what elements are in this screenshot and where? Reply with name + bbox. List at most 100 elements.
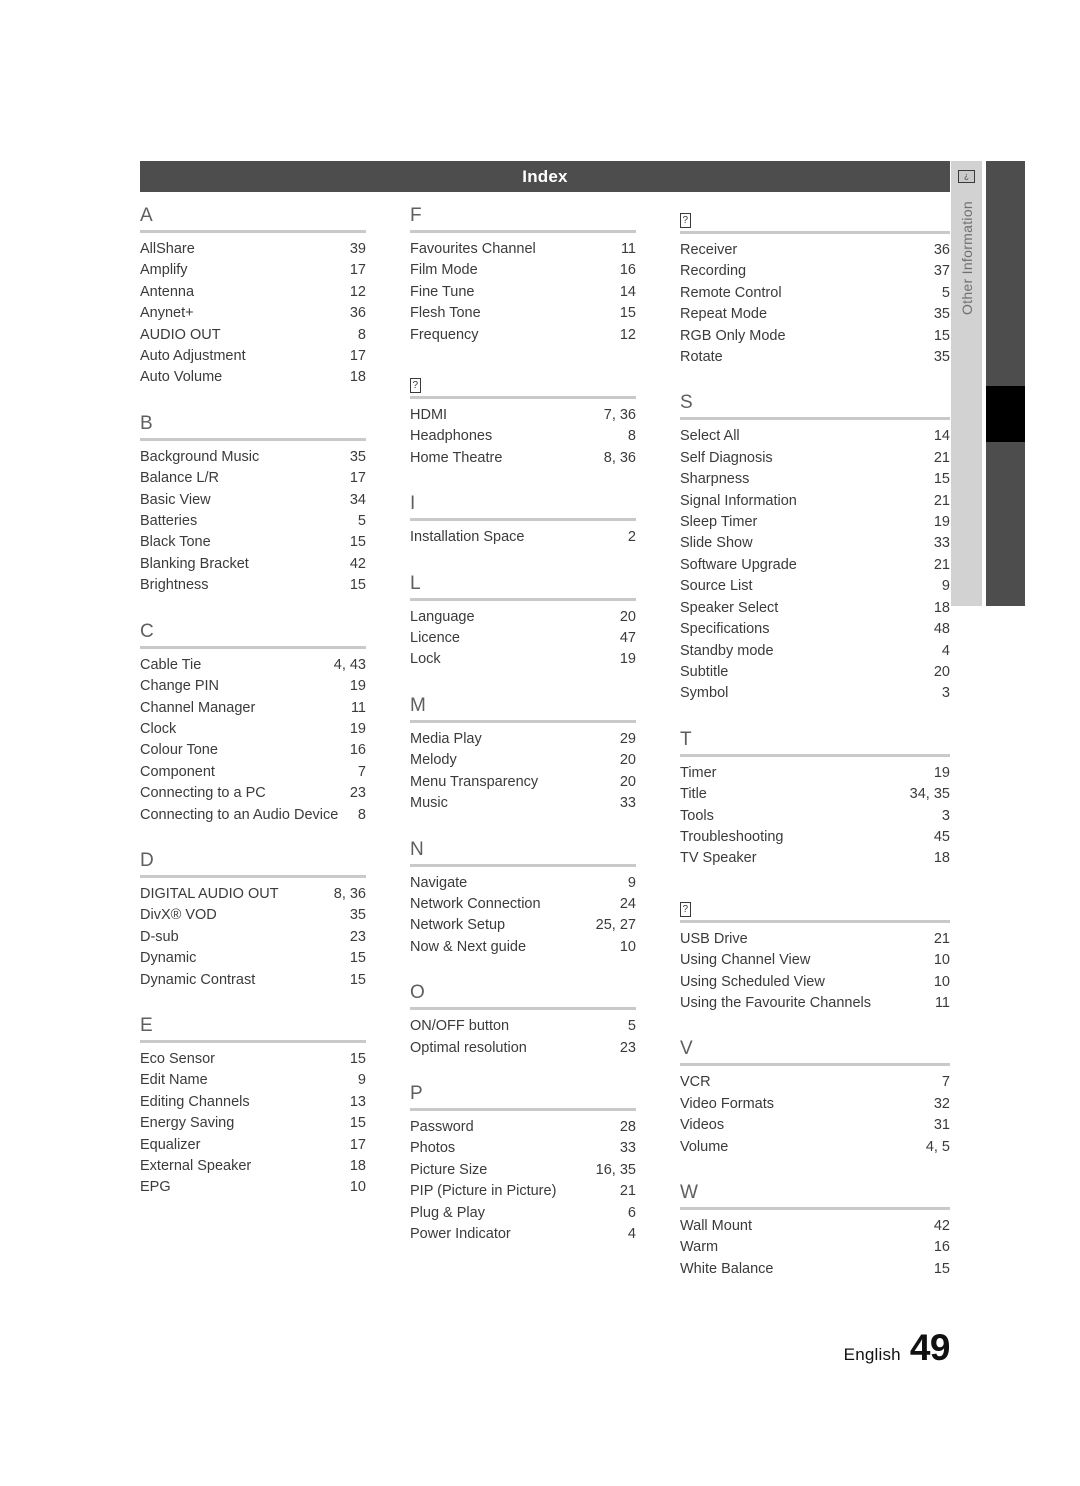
index-entry[interactable]: Using Channel View 10 [680,950,950,971]
index-entry[interactable]: Change PIN 19 [140,676,366,697]
index-entry[interactable]: Photos 33 [410,1138,636,1159]
index-entry[interactable]: Specifications 48 [680,619,950,640]
index-entry[interactable]: Blanking Bracket 42 [140,554,366,575]
index-entry[interactable]: Equalizer 17 [140,1135,366,1156]
index-entry[interactable]: D-sub 23 [140,927,366,948]
index-entry[interactable]: Language 20 [410,607,636,628]
index-entry[interactable]: Batteries 5 [140,511,366,532]
index-entry-name: Title [680,786,707,803]
index-entry[interactable]: DIGITAL AUDIO OUT 8, 36 [140,884,366,905]
index-entry[interactable]: Tools 3 [680,806,950,827]
index-entry[interactable]: Subtitle 20 [680,662,950,683]
index-entry[interactable]: Editing Channels 13 [140,1092,366,1113]
index-entry[interactable]: Menu Transparency 20 [410,772,636,793]
index-entry[interactable]: Auto Adjustment 17 [140,346,366,367]
index-entry[interactable]: Connecting to a PC 23 [140,783,366,804]
index-entry[interactable]: Connecting to an Audio Device 8 [140,805,366,826]
index-entry[interactable]: Receiver 36 [680,240,950,261]
index-entry[interactable]: USB Drive 21 [680,929,950,950]
side-tab-other-information[interactable]: ? Other Information [951,161,982,606]
index-entry[interactable]: HDMI 7, 36 [410,405,636,426]
index-entry[interactable]: Home Theatre 8, 36 [410,448,636,469]
index-entry[interactable]: Slide Show 33 [680,533,950,554]
index-entry[interactable]: Select All 14 [680,426,950,447]
index-entry[interactable]: Source List 9 [680,576,950,597]
index-entry[interactable]: Channel Manager 11 [140,698,366,719]
index-entry[interactable]: Amplify 17 [140,260,366,281]
index-entry[interactable]: EPG 10 [140,1177,366,1198]
index-entry[interactable]: ON/OFF button 5 [410,1016,636,1037]
index-entry[interactable]: Optimal resolution 23 [410,1038,636,1059]
index-entry[interactable]: Frequency 12 [410,325,636,346]
index-entry[interactable]: Basic View 34 [140,490,366,511]
index-entry[interactable]: Media Play 29 [410,729,636,750]
index-entry[interactable]: Dynamic 15 [140,948,366,969]
index-entry[interactable]: Using Scheduled View 10 [680,972,950,993]
index-entry[interactable]: Film Mode 16 [410,260,636,281]
index-entry[interactable]: Repeat Mode 35 [680,304,950,325]
index-entry[interactable]: Anynet+ 36 [140,303,366,324]
index-entry[interactable]: Favourites Channel 11 [410,239,636,260]
index-entry[interactable]: Power Indicator 4 [410,1224,636,1245]
index-entry[interactable]: AllShare 39 [140,239,366,260]
index-entry[interactable]: Wall Mount 42 [680,1216,950,1237]
index-entry[interactable]: Melody 20 [410,750,636,771]
index-entry[interactable]: RGB Only Mode 15 [680,326,950,347]
index-entry[interactable]: Energy Saving 15 [140,1113,366,1134]
index-entry[interactable]: Speaker Select 18 [680,598,950,619]
index-entry[interactable]: Navigate 9 [410,873,636,894]
index-entry[interactable]: Auto Volume 18 [140,367,366,388]
index-entry[interactable]: Licence 47 [410,628,636,649]
index-entry[interactable]: Symbol 3 [680,683,950,704]
index-entry[interactable]: Title 34, 35 [680,784,950,805]
index-entry[interactable]: Timer 19 [680,763,950,784]
index-entry[interactable]: Plug & Play 6 [410,1203,636,1224]
index-entry[interactable]: Troubleshooting 45 [680,827,950,848]
index-entry[interactable]: White Balance 15 [680,1259,950,1280]
index-entry[interactable]: Clock 19 [140,719,366,740]
index-entry[interactable]: Brightness 15 [140,575,366,596]
index-entry[interactable]: Recording 37 [680,261,950,282]
index-entry[interactable]: AUDIO OUT 8 [140,325,366,346]
index-entry[interactable]: Remote Control 5 [680,283,950,304]
index-entry[interactable]: External Speaker 18 [140,1156,366,1177]
index-entry[interactable]: DivX® VOD 35 [140,905,366,926]
index-entry[interactable]: Video Formats 32 [680,1094,950,1115]
index-entry[interactable]: Network Setup 25, 27 [410,915,636,936]
index-entry[interactable]: Edit Name 9 [140,1070,366,1091]
index-entry[interactable]: Videos 31 [680,1115,950,1136]
index-entry[interactable]: Flesh Tone 15 [410,303,636,324]
index-entry[interactable]: Sleep Timer 19 [680,512,950,533]
index-entry[interactable]: TV Speaker 18 [680,848,950,869]
index-entry[interactable]: Balance L/R 17 [140,468,366,489]
index-entry[interactable]: Software Upgrade 21 [680,555,950,576]
index-entry[interactable]: Component 7 [140,762,366,783]
index-entry[interactable]: Now & Next guide 10 [410,937,636,958]
index-entry[interactable]: Password 28 [410,1117,636,1138]
index-entry[interactable]: Rotate 35 [680,347,950,368]
index-entry[interactable]: Music 33 [410,793,636,814]
index-entry[interactable]: Cable Tie 4, 43 [140,655,366,676]
index-entry[interactable]: VCR 7 [680,1072,950,1093]
index-entry[interactable]: Black Tone 15 [140,532,366,553]
index-entry[interactable]: Eco Sensor 15 [140,1049,366,1070]
index-entry[interactable]: Colour Tone 16 [140,740,366,761]
index-entry[interactable]: Standby mode 4 [680,641,950,662]
index-entry-page: 21 [933,930,950,947]
index-entry[interactable]: Using the Favourite Channels 11 [680,993,950,1014]
index-entry[interactable]: Headphones 8 [410,426,636,447]
index-entry[interactable]: Installation Space 2 [410,527,636,548]
index-entry[interactable]: Lock 19 [410,649,636,670]
index-entry[interactable]: Antenna 12 [140,282,366,303]
index-entry[interactable]: Picture Size 16, 35 [410,1160,636,1181]
index-entry[interactable]: Sharpness 15 [680,469,950,490]
index-entry[interactable]: Fine Tune 14 [410,282,636,303]
index-entry[interactable]: Warm 16 [680,1237,950,1258]
index-entry[interactable]: Dynamic Contrast 15 [140,970,366,991]
index-entry[interactable]: Self Diagnosis 21 [680,448,950,469]
index-entry[interactable]: Background Music 35 [140,447,366,468]
index-entry[interactable]: Signal Information 21 [680,491,950,512]
index-entry[interactable]: Network Connection 24 [410,894,636,915]
index-entry[interactable]: PIP (Picture in Picture) 21 [410,1181,636,1202]
index-entry[interactable]: Volume 4, 5 [680,1137,950,1158]
